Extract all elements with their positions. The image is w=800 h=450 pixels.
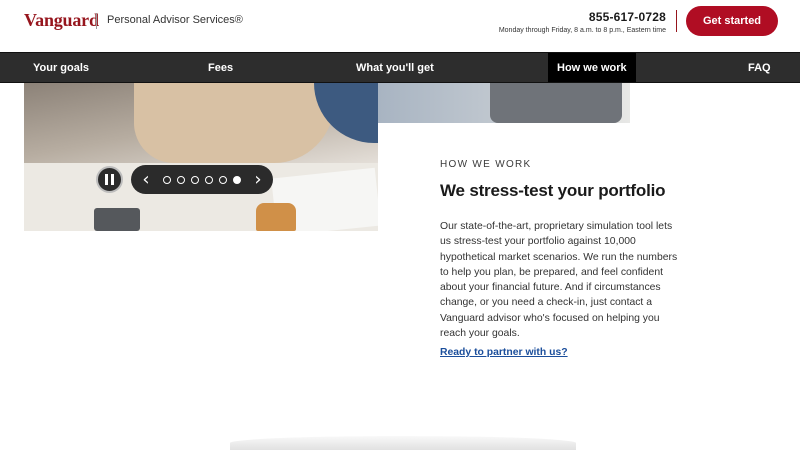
chevron-right-icon[interactable]: › [251,170,265,189]
carousel-dot-4[interactable] [205,175,213,184]
carousel-dot-3[interactable] [191,175,199,184]
business-hours: Monday through Friday, 8 a.m. to 8 p.m.,… [498,27,666,34]
site-header: Vanguard Personal Advisor Services® 855-… [0,0,800,52]
hero-photo [24,83,378,231]
carousel-controls: ‹ › [131,165,273,194]
arm-shape [134,83,334,163]
phone-shape [94,208,140,231]
header-divider [676,10,677,32]
carousel-dot-1[interactable] [163,175,171,184]
chevron-left-icon[interactable]: ‹ [139,170,153,189]
partner-link[interactable]: Ready to partner with us? [440,347,568,358]
section-nav: Your goals Fees What you'll get How we w… [0,52,800,83]
next-card-edge [230,436,576,450]
vanguard-logo[interactable]: Vanguard [24,10,99,31]
carousel-dot-6[interactable] [233,175,241,184]
nav-item-faq[interactable]: FAQ [748,53,771,82]
nav-item-how-we-work[interactable]: How we work [548,53,636,82]
section-body: Our state-of-the-art, proprietary simula… [440,221,678,340]
pause-button[interactable] [96,166,123,193]
section-headline: We stress-test your portfolio [440,181,666,200]
carousel-dot-5[interactable] [219,175,227,184]
nav-item-your-goals[interactable]: Your goals [33,53,89,82]
nav-item-what-youll-get[interactable]: What you'll get [356,53,434,82]
nav-item-fees[interactable]: Fees [208,53,233,82]
laptop-shape [490,83,622,123]
carousel-dot-2[interactable] [177,175,185,184]
logo-divider [96,13,97,29]
service-name: Personal Advisor Services® [107,14,243,26]
carousel-dots [163,175,241,184]
pause-icon [105,174,108,185]
jar-shape [256,203,296,231]
phone-number[interactable]: 855-617-0728 [589,10,666,24]
get-started-button[interactable]: Get started [686,6,778,36]
section-kicker: HOW WE WORK [440,159,532,170]
hero-photo-extension [378,83,630,123]
